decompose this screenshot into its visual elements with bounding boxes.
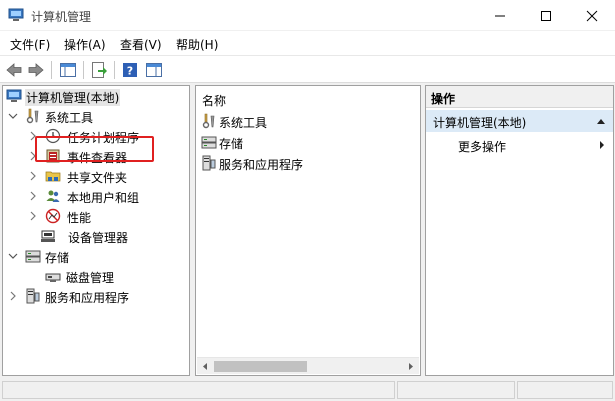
chevron-right-icon[interactable]	[27, 170, 39, 182]
menu-help[interactable]: 帮助(H)	[176, 36, 218, 53]
chevron-right-icon[interactable]	[27, 210, 39, 222]
scrollbar-thumb[interactable]	[214, 361, 307, 372]
toolbar-separator	[51, 61, 52, 79]
collapse-up-icon[interactable]	[596, 117, 606, 125]
tree-label-shared-folders: 共享文件夹	[67, 171, 128, 185]
chevron-right-icon[interactable]	[27, 190, 39, 202]
services-icon	[26, 288, 40, 304]
tree-label-disk-management: 磁盘管理	[66, 271, 115, 285]
svg-text:?: ?	[127, 65, 133, 78]
menu-file[interactable]: 文件(F)	[10, 36, 50, 53]
maximize-button[interactable]	[523, 0, 569, 31]
chevron-down-icon[interactable]	[7, 110, 19, 122]
tools-icon	[26, 108, 39, 124]
show-tree-button[interactable]	[58, 60, 78, 80]
tree-label-services-apps: 服务和应用程序	[45, 291, 130, 305]
forward-button[interactable]	[26, 60, 46, 80]
highlight-box	[35, 136, 154, 162]
horizontal-scrollbar[interactable]	[197, 357, 419, 374]
computer-management-icon	[6, 89, 22, 102]
submenu-arrow-icon[interactable]	[599, 140, 605, 150]
minimize-icon	[495, 15, 505, 17]
show-action-pane-button[interactable]	[144, 60, 164, 80]
performance-icon	[45, 208, 61, 224]
close-button[interactable]	[569, 0, 615, 31]
title-bar: 计算机管理	[0, 0, 615, 31]
computer-management-icon	[8, 8, 24, 21]
chevron-down-icon[interactable]	[7, 250, 19, 262]
actions-section-header[interactable]: 计算机管理(本地)	[426, 110, 613, 132]
chevron-right-icon[interactable]	[7, 290, 19, 302]
actions-title: 操作	[426, 86, 613, 108]
maximize-icon	[541, 11, 551, 21]
tree-label-device-manager: 设备管理器	[68, 231, 129, 245]
more-actions-item[interactable]: 更多操作	[458, 138, 506, 155]
tree-label-performance: 性能	[67, 211, 92, 225]
status-pane	[2, 381, 395, 399]
toolbar: ?	[0, 55, 615, 83]
tree-label-root: 计算机管理(本地)	[25, 89, 121, 106]
console-tree-icon	[60, 63, 76, 77]
results-pane: 名称 系统工具 存储 服务和应用程序	[195, 85, 421, 376]
back-button[interactable]	[4, 60, 24, 80]
actions-section-label: 计算机管理(本地)	[433, 116, 527, 130]
list-item-label: 存储	[219, 137, 244, 151]
storage-icon	[25, 250, 41, 263]
minimize-button[interactable]	[477, 0, 523, 31]
scroll-right-icon[interactable]	[407, 362, 415, 371]
tree-label-system-tools: 系统工具	[45, 111, 94, 125]
tools-icon	[202, 113, 215, 129]
help-button[interactable]: ?	[120, 60, 140, 80]
toolbar-separator	[83, 61, 84, 79]
export-list-icon	[92, 62, 107, 78]
tree-label-storage: 存储	[45, 251, 70, 265]
shared-folder-icon	[45, 171, 61, 182]
column-header-name[interactable]: 名称	[202, 92, 226, 109]
status-pane	[517, 381, 613, 399]
console-tree: 计算机管理(本地) 系统工具 任务计划程序 事件查看器 共享文件夹 本地用户和组…	[2, 85, 190, 376]
list-item-label: 服务和应用程序	[219, 158, 304, 172]
storage-icon	[201, 136, 217, 149]
tree-label-local-users: 本地用户和组	[67, 191, 140, 205]
actions-pane: 操作 计算机管理(本地) 更多操作	[425, 85, 614, 376]
scroll-left-icon[interactable]	[201, 362, 209, 371]
menu-view[interactable]: 查看(V)	[120, 36, 162, 53]
toolbar-separator	[114, 61, 115, 79]
menu-action[interactable]: 操作(A)	[64, 36, 106, 53]
menu-bar: 文件(F) 操作(A) 查看(V) 帮助(H)	[0, 31, 615, 55]
close-icon	[586, 10, 598, 22]
device-manager-icon	[41, 230, 55, 242]
users-icon	[46, 190, 60, 202]
export-list-button[interactable]	[89, 60, 109, 80]
back-arrow-icon	[6, 63, 22, 77]
window-title: 计算机管理	[31, 10, 92, 24]
disk-management-icon	[45, 273, 61, 282]
status-pane	[397, 381, 515, 399]
list-item-label: 系统工具	[219, 116, 268, 130]
services-icon	[202, 155, 216, 171]
status-bar	[0, 379, 615, 401]
forward-arrow-icon	[28, 63, 44, 77]
action-pane-icon	[146, 63, 162, 77]
help-icon: ?	[123, 63, 137, 78]
